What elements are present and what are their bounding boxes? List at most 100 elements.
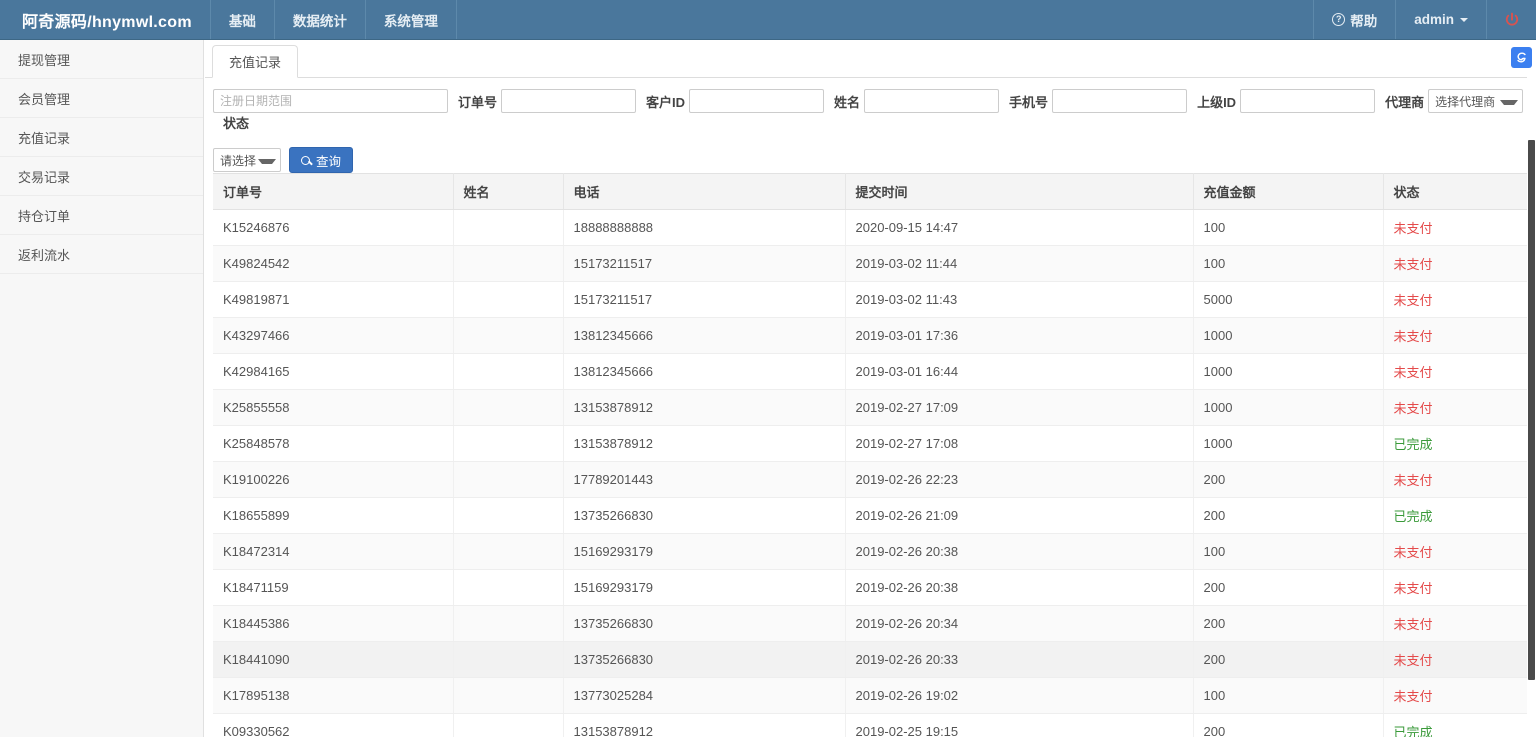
order-no-label: 订单号 (458, 92, 497, 111)
cell-order-no: K19100226 (213, 462, 453, 498)
col-header-time[interactable]: 提交时间 (845, 174, 1193, 210)
parent-id-label: 上级ID (1197, 92, 1236, 111)
app-root: 阿奇源码/hnymwl.com 基础 数据统计 系统管理 ? 帮助 admin (0, 0, 1536, 737)
nav-item-basic[interactable]: 基础 (211, 0, 275, 39)
search-icon (301, 156, 310, 165)
user-menu[interactable]: admin (1395, 0, 1486, 39)
nav-item-stats-label: 数据统计 (293, 10, 347, 30)
logout-button[interactable] (1486, 0, 1536, 39)
table-row[interactable]: K15246876188888888882020-09-15 14:47100未… (213, 210, 1528, 246)
sidebar-item-members-label: 会员管理 (18, 89, 70, 108)
order-no-input[interactable] (501, 89, 636, 113)
cell-order-no: K18441090 (213, 642, 453, 678)
sidebar-item-recharge-records[interactable]: 充值记录 (0, 118, 203, 157)
sidebar-item-positions[interactable]: 持仓订单 (0, 196, 203, 235)
name-input[interactable] (864, 89, 999, 113)
cell-submit-time: 2019-02-26 21:09 (845, 498, 1193, 534)
table-row[interactable]: K25848578131538789122019-02-27 17:081000… (213, 426, 1528, 462)
page-scrollbar-thumb[interactable] (1528, 140, 1535, 680)
col-header-name[interactable]: 姓名 (453, 174, 563, 210)
cell-name (453, 282, 563, 318)
table-row[interactable]: K18445386137352668302019-02-26 20:34200未… (213, 606, 1528, 642)
parent-id-input[interactable] (1240, 89, 1375, 113)
cell-phone: 15169293179 (563, 570, 845, 606)
table-row[interactable]: K09330562131538789122019-02-25 19:15200已… (213, 714, 1528, 737)
cell-amount: 100 (1193, 534, 1383, 570)
col-header-amount[interactable]: 充值金额 (1193, 174, 1383, 210)
agent-select[interactable]: 选择代理商 (1428, 89, 1523, 113)
sidebar-item-trade-records[interactable]: 交易记录 (0, 157, 203, 196)
table-row[interactable]: K42984165138123456662019-03-01 16:441000… (213, 354, 1528, 390)
sogou-s-icon[interactable] (1511, 47, 1532, 68)
cell-order-no: K18445386 (213, 606, 453, 642)
cell-amount: 100 (1193, 678, 1383, 714)
search-button[interactable]: 查询 (289, 147, 353, 173)
cell-submit-time: 2019-03-01 17:36 (845, 318, 1193, 354)
cell-phone: 15173211517 (563, 246, 845, 282)
sidebar-item-recharge-records-label: 充值记录 (18, 128, 70, 147)
col-header-order[interactable]: 订单号 (213, 174, 453, 210)
table-row[interactable]: K49824542151732115172019-03-02 11:44100未… (213, 246, 1528, 282)
cell-amount: 100 (1193, 210, 1383, 246)
table-row[interactable]: K19100226177892014432019-02-26 22:23200未… (213, 462, 1528, 498)
status-badge: 未支付 (1383, 354, 1528, 390)
cell-phone: 13153878912 (563, 714, 845, 737)
main-nav: 基础 数据统计 系统管理 (211, 0, 457, 39)
table-row[interactable]: K25855558131538789122019-02-27 17:091000… (213, 390, 1528, 426)
chevron-down-icon (1500, 100, 1518, 105)
status-badge: 未支付 (1383, 570, 1528, 606)
table-row[interactable]: K18471159151692931792019-02-26 20:38200未… (213, 570, 1528, 606)
tab-recharge-records[interactable]: 充值记录 (212, 45, 298, 78)
table-row[interactable]: K18655899137352668302019-02-26 21:09200已… (213, 498, 1528, 534)
cell-submit-time: 2019-02-26 20:38 (845, 534, 1193, 570)
table-row[interactable]: K18441090137352668302019-02-26 20:33200未… (213, 642, 1528, 678)
brand-logo[interactable]: 阿奇源码/hnymwl.com (0, 0, 211, 39)
sidebar-item-members[interactable]: 会员管理 (0, 79, 203, 118)
table-row[interactable]: K49819871151732115172019-03-02 11:435000… (213, 282, 1528, 318)
status-badge: 未支付 (1383, 678, 1528, 714)
cell-amount: 1000 (1193, 426, 1383, 462)
cell-amount: 5000 (1193, 282, 1383, 318)
status-badge: 未支付 (1383, 642, 1528, 678)
power-off-icon (1503, 11, 1521, 29)
cell-order-no: K25855558 (213, 390, 453, 426)
cell-submit-time: 2019-02-27 17:09 (845, 390, 1193, 426)
help-button[interactable]: ? 帮助 (1313, 0, 1395, 39)
filter-bar: 订单号 客户ID 姓名 手机号 上级ID 代理商 选择代理商 状态 (205, 78, 1536, 140)
cell-name (453, 246, 563, 282)
table-row[interactable]: K43297466138123456662019-03-01 17:361000… (213, 318, 1528, 354)
cell-submit-time: 2020-09-15 14:47 (845, 210, 1193, 246)
col-header-status[interactable]: 状态 (1383, 174, 1528, 210)
cell-submit-time: 2019-02-26 22:23 (845, 462, 1193, 498)
cell-phone: 13812345666 (563, 318, 845, 354)
status-badge: 未支付 (1383, 210, 1528, 246)
cell-name (453, 534, 563, 570)
col-header-phone[interactable]: 电话 (563, 174, 845, 210)
date-range-input[interactable] (213, 89, 448, 113)
cell-amount: 1000 (1193, 390, 1383, 426)
table-row[interactable]: K17895138137730252842019-02-26 19:02100未… (213, 678, 1528, 714)
filter-bar-row2: 请选择 查询 (205, 147, 1536, 173)
cell-phone: 13812345666 (563, 354, 845, 390)
cell-order-no: K43297466 (213, 318, 453, 354)
caret-down-icon (1460, 18, 1468, 22)
cell-order-no: K18655899 (213, 498, 453, 534)
cell-submit-time: 2019-03-02 11:44 (845, 246, 1193, 282)
status-select[interactable]: 请选择 (213, 148, 281, 172)
sidebar-item-rebate-flow[interactable]: 返利流水 (0, 235, 203, 274)
table-header-row: 订单号 姓名 电话 提交时间 充值金额 状态 (213, 174, 1528, 210)
nav-item-system[interactable]: 系统管理 (366, 0, 457, 39)
nav-item-stats[interactable]: 数据统计 (275, 0, 366, 39)
page-scrollbar[interactable] (1527, 40, 1536, 737)
sidebar-item-withdraw[interactable]: 提现管理 (0, 40, 203, 79)
customer-id-input[interactable] (689, 89, 824, 113)
cell-amount: 200 (1193, 642, 1383, 678)
cell-phone: 15173211517 (563, 282, 845, 318)
phone-input[interactable] (1052, 89, 1187, 113)
agent-label: 代理商 (1385, 92, 1424, 111)
status-badge: 未支付 (1383, 534, 1528, 570)
cell-submit-time: 2019-02-26 20:33 (845, 642, 1193, 678)
table-row[interactable]: K18472314151692931792019-02-26 20:38100未… (213, 534, 1528, 570)
sidebar: 提现管理 会员管理 充值记录 交易记录 持仓订单 返利流水 (0, 40, 204, 737)
cell-name (453, 606, 563, 642)
